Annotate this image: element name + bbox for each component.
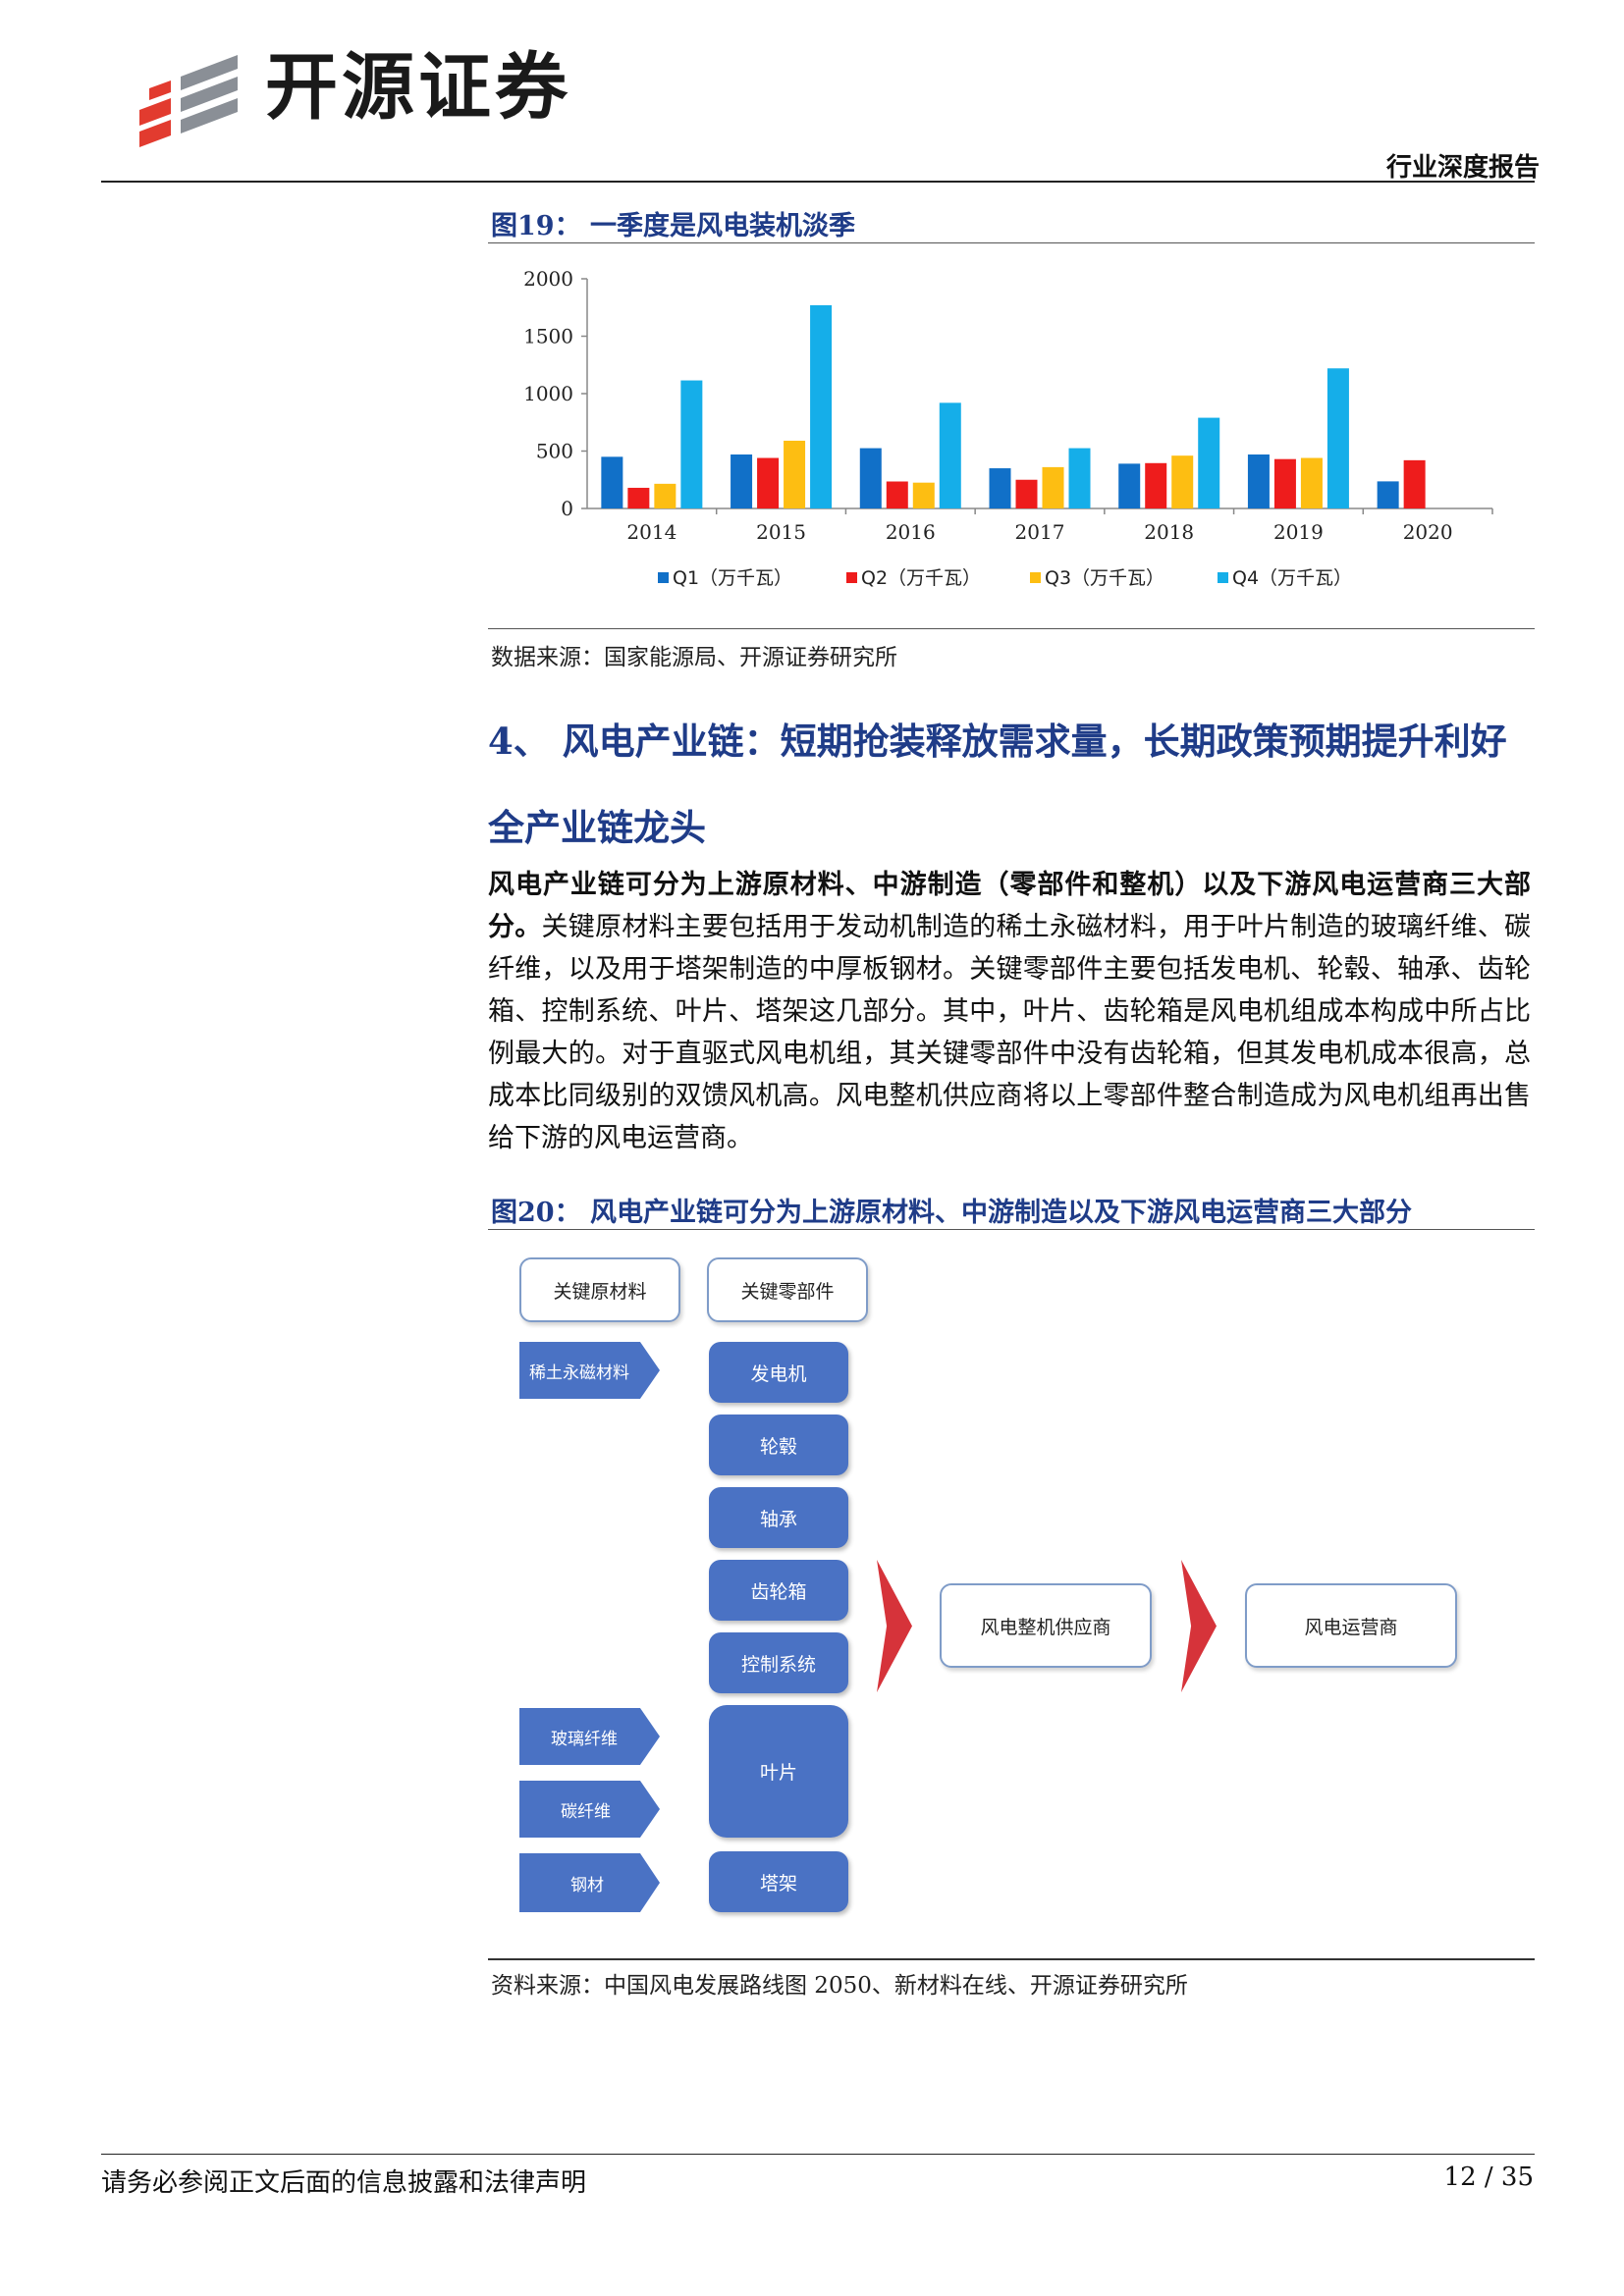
figure-20-top-rule bbox=[488, 1229, 1535, 1230]
material-glass-fiber: 玻璃纤维 bbox=[519, 1708, 660, 1765]
x-tick-label: 2019 bbox=[1273, 520, 1324, 544]
figure-19-source: 数据来源：国家能源局、开源证券研究所 bbox=[491, 645, 897, 670]
y-tick-label: 1000 bbox=[523, 382, 573, 405]
bar-2014-q3 bbox=[654, 483, 677, 508]
bar-2016-q1 bbox=[859, 448, 882, 508]
component-gearbox: 齿轮箱 bbox=[709, 1560, 848, 1621]
component-generator: 发电机 bbox=[709, 1342, 848, 1403]
company-name: 开源证券 bbox=[265, 45, 571, 130]
bar-2014-q2 bbox=[627, 487, 650, 508]
x-tick-label: 2015 bbox=[756, 520, 806, 544]
figure-19-chart: 0 500 1000 1500 2000 2014 2015 2016 2017 2018 2019… bbox=[523, 267, 1493, 589]
bar-2018-q2 bbox=[1145, 462, 1167, 508]
bar-2014-q1 bbox=[601, 456, 623, 508]
bar-2019-q4 bbox=[1326, 368, 1349, 508]
x-tick-label: 2016 bbox=[886, 520, 936, 544]
y-tick-label: 0 bbox=[561, 497, 573, 520]
header-key-materials: 关键原材料 bbox=[519, 1257, 680, 1322]
section-heading-continued: 全产业链龙头 bbox=[488, 806, 706, 849]
flow-arrow-icon bbox=[877, 1560, 912, 1692]
legend-swatch-q3 bbox=[1030, 572, 1041, 583]
figure-20-bottom-rule bbox=[488, 1958, 1535, 1960]
legend-swatch-q4 bbox=[1218, 572, 1228, 583]
wind-operator-box: 风电运营商 bbox=[1245, 1583, 1457, 1668]
material-rare-earth: 稀土永磁材料 bbox=[519, 1342, 660, 1399]
section-heading: 4、 风电产业链：短期抢装释放需求量，长期政策预期提升利好 bbox=[488, 720, 1507, 763]
bar-2016-q4 bbox=[939, 402, 961, 508]
bar-2015-q4 bbox=[810, 304, 833, 508]
y-tick-label: 2000 bbox=[523, 267, 573, 291]
legend-label-q4: Q4（万千瓦） bbox=[1232, 567, 1352, 589]
component-blade: 叶片 bbox=[709, 1705, 848, 1838]
company-logo-icon bbox=[139, 55, 238, 147]
bar-2017-q4 bbox=[1068, 448, 1091, 508]
header-key-components: 关键零部件 bbox=[707, 1257, 868, 1322]
legend-swatch-q1 bbox=[658, 572, 669, 583]
legend-label-q1: Q1（万千瓦） bbox=[673, 567, 792, 589]
bar-2015-q3 bbox=[784, 440, 806, 508]
x-tick-label: 2018 bbox=[1144, 520, 1194, 544]
bar-2016-q2 bbox=[886, 481, 908, 508]
legend-swatch-q2 bbox=[846, 572, 857, 583]
y-tick-label: 500 bbox=[536, 440, 573, 463]
footer-disclaimer: 请务必参阅正文后面的信息披露和法律声明 bbox=[101, 2168, 587, 2198]
bar-2020-q2 bbox=[1403, 459, 1426, 508]
bar-2015-q1 bbox=[731, 454, 753, 508]
bar-2019-q3 bbox=[1300, 457, 1323, 508]
bar-2018-q1 bbox=[1118, 463, 1141, 508]
bar-2017-q2 bbox=[1015, 479, 1038, 508]
header-divider bbox=[101, 181, 1535, 183]
bar-2019-q2 bbox=[1273, 458, 1296, 508]
footer-divider bbox=[101, 2154, 1535, 2155]
bar-2020-q1 bbox=[1377, 481, 1399, 508]
figure-19-title: 图19： 一季度是风电装机淡季 bbox=[491, 211, 855, 241]
figure-19-top-rule bbox=[488, 242, 1535, 243]
paragraph-body: 关键原材料主要包括用于发动机制造的稀土永磁材料，用于叶片制造的玻璃纤维、碳纤维，… bbox=[488, 912, 1532, 1153]
bar-2017-q3 bbox=[1042, 466, 1064, 508]
figure-20-source: 资料来源：中国风电发展路线图 2050、新材料在线、开源证券研究所 bbox=[491, 1973, 1188, 1999]
x-tick-label: 2017 bbox=[1015, 520, 1065, 544]
legend-label-q2: Q2（万千瓦） bbox=[861, 567, 981, 589]
figure-19-bottom-rule bbox=[488, 628, 1535, 629]
bar-2018-q4 bbox=[1198, 417, 1220, 508]
bar-2014-q4 bbox=[680, 380, 703, 508]
page-number: 12 / 35 bbox=[1443, 2163, 1534, 2192]
x-tick-label: 2020 bbox=[1403, 520, 1453, 544]
legend-label-q3: Q3（万千瓦） bbox=[1045, 567, 1164, 589]
component-bearing: 轴承 bbox=[709, 1487, 848, 1548]
bar-2015-q2 bbox=[757, 457, 780, 508]
bar-2019-q1 bbox=[1247, 454, 1270, 508]
flow-arrow-icon bbox=[1181, 1560, 1217, 1692]
bar-2017-q1 bbox=[989, 468, 1011, 508]
turbine-manufacturer-box: 风电整机供应商 bbox=[940, 1583, 1152, 1668]
component-control-system: 控制系统 bbox=[709, 1632, 848, 1693]
material-carbon-fiber: 碳纤维 bbox=[519, 1781, 660, 1838]
component-hub: 轮毂 bbox=[709, 1415, 848, 1475]
component-tower: 塔架 bbox=[709, 1851, 848, 1912]
bar-2018-q3 bbox=[1171, 455, 1194, 508]
bar-2016-q3 bbox=[912, 482, 935, 508]
report-type: 行业深度报告 bbox=[1385, 153, 1540, 183]
material-steel: 钢材 bbox=[519, 1853, 660, 1912]
y-tick-label: 1500 bbox=[523, 325, 573, 348]
body-paragraph: 风电产业链可分为上游原材料、中游制造（零部件和整机）以及下游风电运营商三大部分。… bbox=[488, 864, 1531, 1159]
figure-20-title: 图20： 风电产业链可分为上游原材料、中游制造以及下游风电运营商三大部分 bbox=[491, 1198, 1412, 1228]
x-tick-label: 2014 bbox=[626, 520, 677, 544]
